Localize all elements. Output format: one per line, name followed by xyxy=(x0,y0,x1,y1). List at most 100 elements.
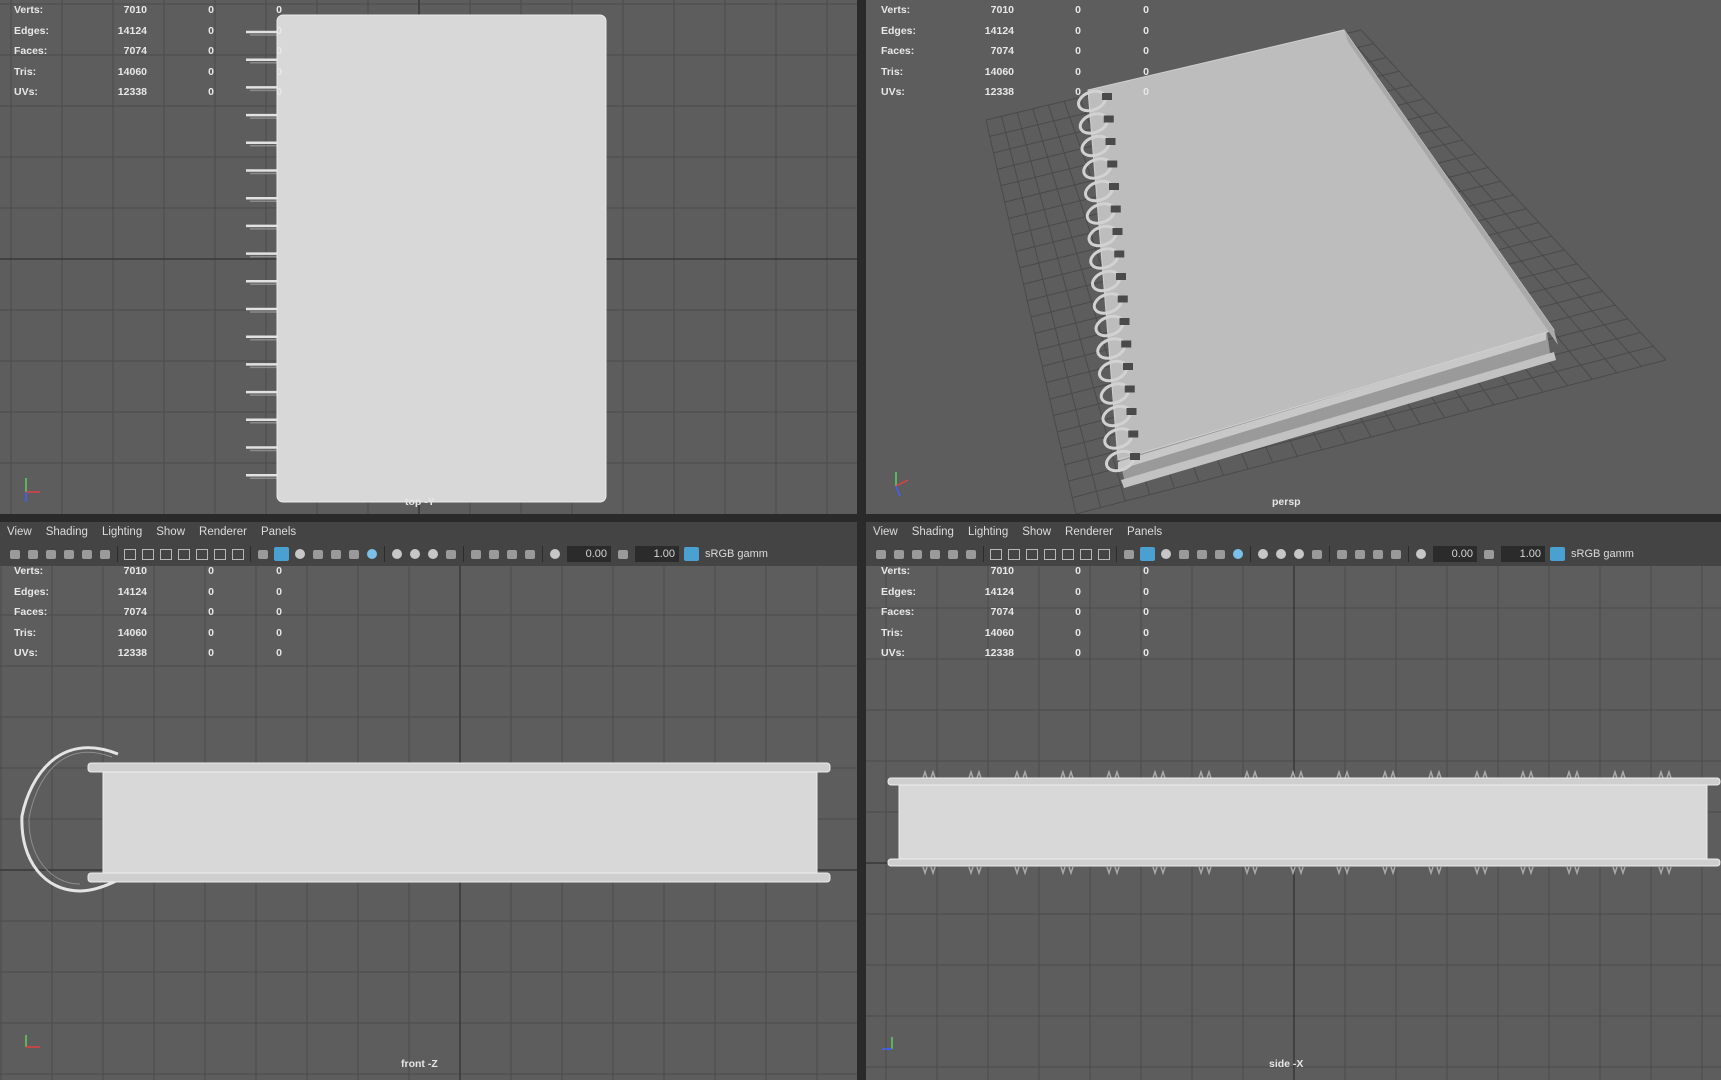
menu-shading[interactable]: Shading xyxy=(39,526,95,538)
gamma-icon[interactable] xyxy=(618,549,628,559)
safe-action-icon[interactable] xyxy=(214,548,226,560)
use-all-lights-icon[interactable] xyxy=(349,549,359,559)
poly-count-hud: Verts: 7010 0 0 Edges: 14124 0 0 Faces: 7074 0 0 … xyxy=(881,0,1149,103)
screen-space-ao-icon[interactable] xyxy=(1258,549,1268,559)
textured-icon[interactable] xyxy=(331,549,341,559)
camera-image-plane-icon[interactable] xyxy=(912,549,922,559)
xray-joints-icon[interactable] xyxy=(525,549,535,559)
textured-icon[interactable] xyxy=(1197,549,1207,559)
anti-aliasing-icon[interactable] xyxy=(1294,549,1304,559)
motion-blur-icon[interactable] xyxy=(410,549,420,559)
shadows-icon[interactable] xyxy=(367,549,377,559)
menu-panels[interactable]: Panels xyxy=(1120,526,1169,538)
depth-of-field-icon[interactable] xyxy=(446,549,456,559)
smooth-shade-icon[interactable] xyxy=(1140,547,1155,561)
motion-blur-icon[interactable] xyxy=(1276,549,1286,559)
wireframe-icon[interactable] xyxy=(1124,549,1134,559)
camera-image-plane-icon[interactable] xyxy=(46,549,56,559)
pencil-icon[interactable] xyxy=(966,549,976,559)
menu-show[interactable]: Show xyxy=(1015,526,1058,538)
hud-row-tris: Tris: 14060 0 0 xyxy=(881,626,1149,639)
hud-row-uvs: UVs: 12338 0 0 xyxy=(14,86,282,99)
camera-attributes-icon[interactable] xyxy=(28,549,38,559)
xray-joints-icon[interactable] xyxy=(1391,549,1401,559)
smooth-shade-icon[interactable] xyxy=(274,547,289,561)
use-all-lights-icon[interactable] xyxy=(1215,549,1225,559)
hud-row-edges: Edges: 14124 0 0 xyxy=(14,585,282,598)
viewport-front[interactable]: Verts: 7010 0 0 Edges: 14124 0 0 Faces: 7074 0 0 … xyxy=(0,566,857,1080)
poly-count-hud: Verts: 7010 0 0 Edges: 14124 0 0 Faces: 7074 0 0 … xyxy=(14,566,282,664)
resolution-gate-icon[interactable] xyxy=(160,548,172,560)
wireframe-icon[interactable] xyxy=(258,549,268,559)
pencil-icon[interactable] xyxy=(100,549,110,559)
camera-icon[interactable] xyxy=(876,549,886,559)
coil-end xyxy=(1130,453,1140,460)
pane-divider-vertical[interactable] xyxy=(857,0,866,1080)
coil-end xyxy=(1117,295,1128,303)
color-management-icon[interactable] xyxy=(684,547,699,561)
hud-row-tris: Tris: 14060 0 0 xyxy=(14,626,282,639)
menu-renderer[interactable]: Renderer xyxy=(1058,526,1120,538)
notebook-pages xyxy=(102,771,818,880)
exposure-field[interactable]: 0.00 xyxy=(567,546,611,562)
menu-lighting[interactable]: Lighting xyxy=(95,526,149,538)
xray-active-icon[interactable] xyxy=(1373,549,1383,559)
film-gate-icon[interactable] xyxy=(142,548,154,560)
coil-end xyxy=(1116,273,1126,280)
xray-icon[interactable] xyxy=(489,549,499,559)
safe-title-icon[interactable] xyxy=(1098,548,1110,560)
hud-row-faces: Faces: 7074 0 0 xyxy=(14,45,282,58)
grease-pencil-icon[interactable] xyxy=(82,549,92,559)
gate-mask-icon[interactable] xyxy=(178,548,190,560)
isolate-select-icon[interactable] xyxy=(1337,549,1347,559)
exposure-icon[interactable] xyxy=(550,549,560,559)
wireframe-on-shaded-icon[interactable] xyxy=(313,549,323,559)
hud-row-tris: Tris: 14060 0 0 xyxy=(881,65,1149,78)
gate-mask-icon[interactable] xyxy=(1044,548,1056,560)
isolate-select-icon[interactable] xyxy=(471,549,481,559)
camera-attributes-icon[interactable] xyxy=(894,549,904,559)
menu-panels[interactable]: Panels xyxy=(254,526,303,538)
coil-end xyxy=(1119,318,1130,325)
default-material-icon[interactable] xyxy=(1161,549,1171,559)
default-material-icon[interactable] xyxy=(295,549,305,559)
menu-view[interactable]: View xyxy=(866,526,905,538)
gamma-field[interactable]: 1.00 xyxy=(635,546,679,562)
gamma-field[interactable]: 1.00 xyxy=(1501,546,1545,562)
grease-pencil-icon[interactable] xyxy=(948,549,958,559)
menu-renderer[interactable]: Renderer xyxy=(192,526,254,538)
menu-show[interactable]: Show xyxy=(149,526,192,538)
resolution-gate-icon[interactable] xyxy=(1026,548,1038,560)
pane-divider-horizontal[interactable] xyxy=(0,514,1721,522)
field-chart-icon[interactable] xyxy=(196,548,208,560)
bookmark-icon[interactable] xyxy=(930,549,940,559)
menu-shading[interactable]: Shading xyxy=(905,526,961,538)
screen-space-ao-icon[interactable] xyxy=(392,549,402,559)
color-space-dropdown[interactable]: sRGB gamm xyxy=(705,548,768,560)
color-management-icon[interactable] xyxy=(1550,547,1565,561)
film-gate-icon[interactable] xyxy=(1008,548,1020,560)
viewport-persp[interactable]: Verts: 7010 0 0 Edges: 14124 0 0 Faces: 7074 0 0 … xyxy=(866,0,1721,514)
exposure-icon[interactable] xyxy=(1416,549,1426,559)
shadows-icon[interactable] xyxy=(1233,549,1243,559)
bookmark-icon[interactable] xyxy=(64,549,74,559)
depth-of-field-icon[interactable] xyxy=(1312,549,1322,559)
hud-row-verts: Verts: 7010 0 0 xyxy=(881,566,1149,577)
menu-lighting[interactable]: Lighting xyxy=(961,526,1015,538)
viewport-top[interactable]: Verts: 7010 0 0 Edges: 14124 0 0 Faces: 7074 0 0 … xyxy=(0,0,857,514)
grid-toggle-icon[interactable] xyxy=(990,548,1002,560)
xray-active-icon[interactable] xyxy=(507,549,517,559)
field-chart-icon[interactable] xyxy=(1062,548,1074,560)
wireframe-on-shaded-icon[interactable] xyxy=(1179,549,1189,559)
camera-icon[interactable] xyxy=(10,549,20,559)
menu-view[interactable]: View xyxy=(0,526,39,538)
anti-aliasing-icon[interactable] xyxy=(428,549,438,559)
exposure-field[interactable]: 0.00 xyxy=(1433,546,1477,562)
color-space-dropdown[interactable]: sRGB gamm xyxy=(1571,548,1634,560)
grid-toggle-icon[interactable] xyxy=(124,548,136,560)
safe-title-icon[interactable] xyxy=(232,548,244,560)
safe-action-icon[interactable] xyxy=(1080,548,1092,560)
viewport-side[interactable]: Verts: 7010 0 0 Edges: 14124 0 0 Faces: 7074 0 0 … xyxy=(866,566,1721,1080)
gamma-icon[interactable] xyxy=(1484,549,1494,559)
xray-icon[interactable] xyxy=(1355,549,1365,559)
